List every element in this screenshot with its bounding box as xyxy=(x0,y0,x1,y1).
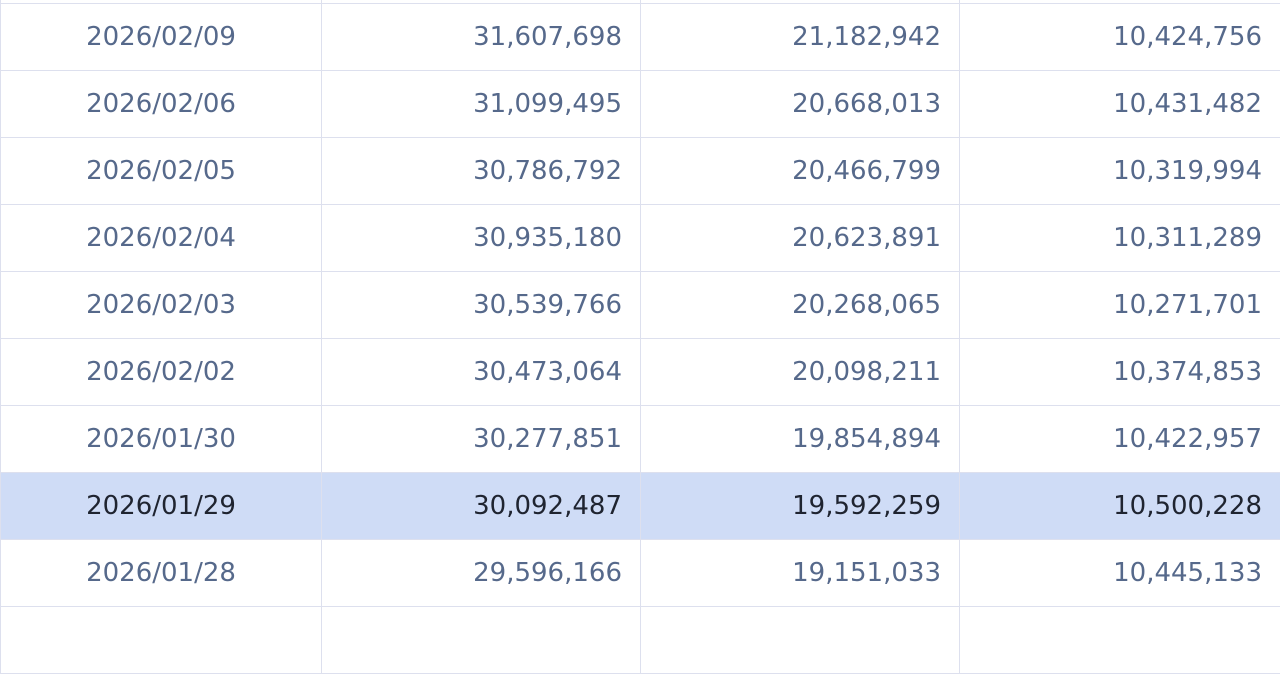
value-cell-2: 20,668,013 xyxy=(641,71,960,138)
date-cell: 2026/01/29 xyxy=(1,473,322,540)
value-cell-1: 29,596,166 xyxy=(322,540,641,607)
value-cell-3: 10,424,756 xyxy=(960,4,1280,71)
value-cell-2: 19,151,033 xyxy=(641,540,960,607)
date-cell xyxy=(1,607,322,674)
value-cell-3: 10,319,994 xyxy=(960,138,1280,205)
value-cell-2: 19,854,894 xyxy=(641,406,960,473)
value-cell-3: 10,422,957 xyxy=(960,406,1280,473)
table-row[interactable]: 2026/02/0230,473,06420,098,21110,374,853 xyxy=(1,339,1280,406)
value-cell-3: 10,500,228 xyxy=(960,473,1280,540)
table-row[interactable]: 2026/02/0631,099,49520,668,01310,431,482 xyxy=(1,71,1280,138)
value-cell-1: 30,539,766 xyxy=(322,272,641,339)
table-row[interactable]: 2026/02/0430,935,18020,623,89110,311,289 xyxy=(1,205,1280,272)
value-cell-3: 10,445,133 xyxy=(960,540,1280,607)
value-cell-1: 30,092,487 xyxy=(322,473,641,540)
value-cell-3: 10,271,701 xyxy=(960,272,1280,339)
value-cell-2: 20,623,891 xyxy=(641,205,960,272)
value-cell-3 xyxy=(960,607,1280,674)
value-cell-2: 20,466,799 xyxy=(641,138,960,205)
value-cell-1 xyxy=(322,607,641,674)
value-cell-2: 21,182,942 xyxy=(641,4,960,71)
date-cell: 2026/01/30 xyxy=(1,406,322,473)
table-row[interactable] xyxy=(1,607,1280,674)
data-table: 2026/02/0931,607,69821,182,94210,424,756… xyxy=(0,0,1280,674)
value-cell-1: 30,935,180 xyxy=(322,205,641,272)
value-cell-2 xyxy=(641,607,960,674)
value-cell-1: 30,277,851 xyxy=(322,406,641,473)
table-row[interactable]: 2026/01/2930,092,48719,592,25910,500,228 xyxy=(1,473,1280,540)
table-row[interactable]: 2026/01/2829,596,16619,151,03310,445,133 xyxy=(1,540,1280,607)
table-row[interactable]: 2026/01/3030,277,85119,854,89410,422,957 xyxy=(1,406,1280,473)
table-body: 2026/02/0931,607,69821,182,94210,424,756… xyxy=(1,0,1280,674)
value-cell-2: 20,098,211 xyxy=(641,339,960,406)
value-cell-1: 30,786,792 xyxy=(322,138,641,205)
date-cell: 2026/02/03 xyxy=(1,272,322,339)
date-cell: 2026/02/04 xyxy=(1,205,322,272)
table-row[interactable]: 2026/02/0931,607,69821,182,94210,424,756 xyxy=(1,4,1280,71)
value-cell-2: 20,268,065 xyxy=(641,272,960,339)
value-cell-3: 10,431,482 xyxy=(960,71,1280,138)
date-cell: 2026/02/06 xyxy=(1,71,322,138)
data-table-container: 2026/02/0931,607,69821,182,94210,424,756… xyxy=(0,0,1280,674)
date-cell: 2026/02/05 xyxy=(1,138,322,205)
value-cell-1: 30,473,064 xyxy=(322,339,641,406)
date-cell: 2026/01/28 xyxy=(1,540,322,607)
table-row[interactable]: 2026/02/0530,786,79220,466,79910,319,994 xyxy=(1,138,1280,205)
value-cell-1: 31,099,495 xyxy=(322,71,641,138)
value-cell-3: 10,311,289 xyxy=(960,205,1280,272)
value-cell-3: 10,374,853 xyxy=(960,339,1280,406)
value-cell-1: 31,607,698 xyxy=(322,4,641,71)
value-cell-2: 19,592,259 xyxy=(641,473,960,540)
date-cell: 2026/02/02 xyxy=(1,339,322,406)
date-cell: 2026/02/09 xyxy=(1,4,322,71)
table-row[interactable]: 2026/02/0330,539,76620,268,06510,271,701 xyxy=(1,272,1280,339)
